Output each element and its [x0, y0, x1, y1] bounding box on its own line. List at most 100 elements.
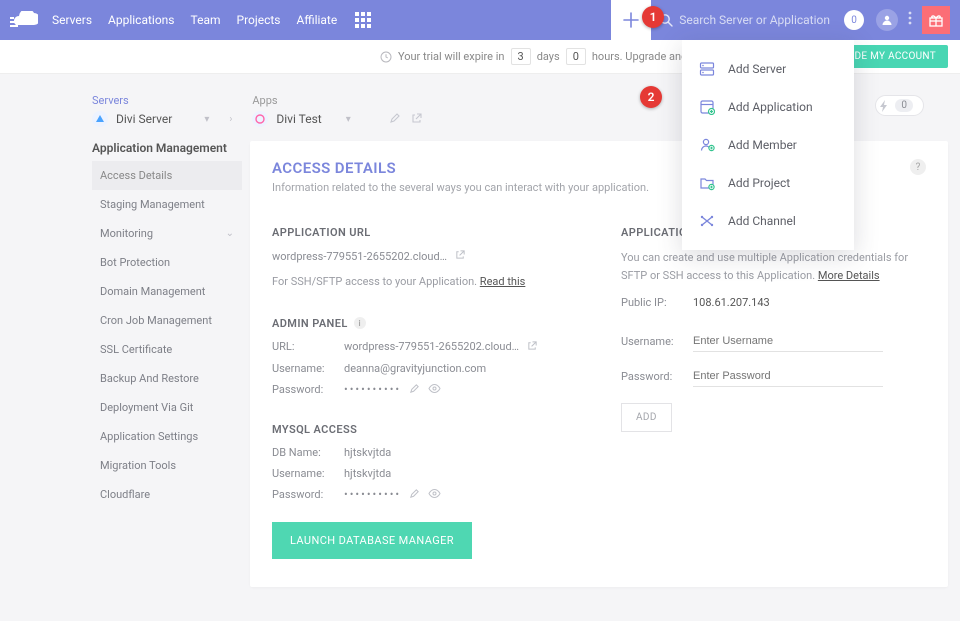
top-nav: Servers Applications Team Projects Affil…	[52, 13, 337, 27]
sidebar: Application Management Access Details St…	[92, 141, 242, 587]
side-access-details[interactable]: Access Details	[92, 161, 242, 190]
mysql-username-label: Username:	[272, 467, 344, 480]
more-menu-icon[interactable]	[908, 11, 912, 29]
breadcrumb-servers-label: Servers	[92, 94, 209, 107]
side-git[interactable]: Deployment Via Git	[92, 393, 242, 422]
mysql-dbname-label: DB Name:	[272, 446, 344, 459]
side-monitoring[interactable]: Monitoring ⌄	[92, 219, 242, 248]
nav-applications[interactable]: Applications	[108, 13, 174, 27]
add-menu-member[interactable]: Add Member	[682, 126, 854, 164]
edit-icon[interactable]	[409, 488, 420, 502]
nav-servers[interactable]: Servers	[52, 13, 92, 27]
eye-icon[interactable]	[428, 488, 441, 502]
user-avatar[interactable]	[876, 9, 898, 31]
cred-username-input[interactable]	[693, 331, 883, 352]
channel-icon	[698, 212, 716, 230]
add-menu-member-label: Add Member	[728, 138, 797, 152]
app-url-heading: APPLICATION URL	[272, 226, 577, 239]
cred-username-label: Username:	[621, 335, 693, 348]
panel-title: ACCESS DETAILS	[272, 159, 649, 177]
clock-icon	[380, 51, 392, 63]
callout-1: 1	[642, 6, 664, 28]
nav-team[interactable]: Team	[191, 13, 221, 27]
cred-add-button[interactable]: ADD	[621, 403, 672, 432]
add-menu-channel-label: Add Channel	[728, 214, 796, 228]
side-cloudflare[interactable]: Cloudflare	[92, 480, 242, 509]
chevron-down-icon[interactable]: ▾	[204, 114, 209, 125]
topbar: Servers Applications Team Projects Affil…	[0, 0, 960, 40]
side-monitoring-label: Monitoring	[100, 227, 153, 240]
notifications-badge[interactable]: 0	[844, 10, 864, 30]
side-migration[interactable]: Migration Tools	[92, 451, 242, 480]
add-menu-application[interactable]: Add Application	[682, 88, 854, 126]
admin-panel-heading: ADMIN PANEL i	[272, 317, 577, 330]
cred-password-label: Password:	[621, 370, 693, 383]
breadcrumb-servers[interactable]: Servers Divi Server ▾	[92, 94, 209, 127]
nav-projects[interactable]: Projects	[237, 13, 281, 27]
side-appsettings[interactable]: Application Settings	[92, 422, 242, 451]
read-this-link[interactable]: Read this	[480, 275, 526, 288]
left-column: APPLICATION URL wordpress-779551-2655202…	[272, 226, 577, 559]
external-link-icon[interactable]	[455, 249, 466, 263]
gift-button[interactable]	[922, 6, 950, 34]
mysql-password-value: ••••••••••	[344, 488, 401, 501]
help-icon[interactable]: ?	[910, 159, 926, 175]
trial-hours: 0	[566, 48, 586, 65]
side-backup[interactable]: Backup And Restore	[92, 364, 242, 393]
right-column: APPLICATION CREDENTIALS You can create a…	[621, 226, 926, 559]
user-icon	[881, 14, 893, 26]
add-menu-channel[interactable]: Add Channel	[682, 202, 854, 240]
launch-db-button[interactable]: LAUNCH DATABASE MANAGER	[272, 522, 472, 559]
more-details-link[interactable]: More Details	[818, 269, 880, 282]
project-icon	[698, 174, 716, 192]
cred-password-input[interactable]	[693, 366, 883, 387]
global-search[interactable]: Search Server or Application	[659, 13, 830, 27]
application-icon	[698, 98, 716, 116]
nav-affiliate[interactable]: Affiliate	[297, 13, 338, 27]
server-provider-icon	[92, 111, 108, 127]
mysql-heading: MYSQL ACCESS	[272, 423, 577, 436]
callout-2: 2	[640, 86, 662, 108]
logo[interactable]	[4, 0, 44, 40]
side-bot[interactable]: Bot Protection	[92, 248, 242, 277]
chevron-down-icon[interactable]: ▾	[346, 114, 351, 125]
info-icon[interactable]: i	[354, 317, 366, 329]
gift-icon	[928, 12, 944, 28]
external-link-icon[interactable]	[411, 112, 423, 127]
add-menu-dropdown: Add Server Add Application Add Member Ad…	[682, 40, 854, 250]
eye-icon[interactable]	[428, 383, 441, 397]
trial-days-label: days	[537, 50, 560, 63]
side-cron[interactable]: Cron Job Management	[92, 306, 242, 335]
chevron-right-icon: ›	[229, 114, 232, 125]
trial-prefix: Your trial will expire in	[398, 50, 505, 63]
add-menu-project-label: Add Project	[728, 176, 790, 190]
sidebar-heading: Application Management	[92, 141, 242, 155]
server-name: Divi Server	[116, 112, 172, 126]
add-menu-project[interactable]: Add Project	[682, 164, 854, 202]
add-menu-server-label: Add Server	[728, 62, 786, 76]
admin-username-value: deanna@gravityjunction.com	[344, 362, 486, 375]
apps-grid-icon[interactable]	[355, 12, 371, 28]
admin-password-value: ••••••••••	[344, 383, 401, 396]
side-ssl[interactable]: SSL Certificate	[92, 335, 242, 364]
app-name: Divi Test	[276, 112, 321, 126]
external-link-icon[interactable]	[527, 340, 538, 354]
app-url-value: wordpress-779551-2655202.cloud…	[272, 250, 447, 263]
admin-password-label: Password:	[272, 383, 344, 396]
chevron-down-icon: ⌄	[226, 228, 234, 239]
member-icon	[698, 136, 716, 154]
mysql-dbname-value: hjtskvjtda	[344, 446, 391, 459]
app-url-note: For SSH/SFTP access to your Application.	[272, 275, 480, 288]
add-menu-application-label: Add Application	[728, 100, 813, 114]
side-domain[interactable]: Domain Management	[92, 277, 242, 306]
public-ip-value: 108.61.207.143	[693, 296, 770, 309]
edit-icon[interactable]	[389, 112, 401, 127]
admin-panel-heading-text: ADMIN PANEL	[272, 317, 348, 330]
side-staging[interactable]: Staging Management	[92, 190, 242, 219]
admin-username-label: Username:	[272, 362, 344, 375]
edit-icon[interactable]	[409, 383, 420, 397]
breadcrumb-apps[interactable]: Apps Divi Test ▾	[252, 94, 422, 127]
add-menu-server[interactable]: Add Server	[682, 50, 854, 88]
mysql-username-value: hjtskvjtda	[344, 467, 391, 480]
trial-days: 3	[511, 48, 531, 65]
